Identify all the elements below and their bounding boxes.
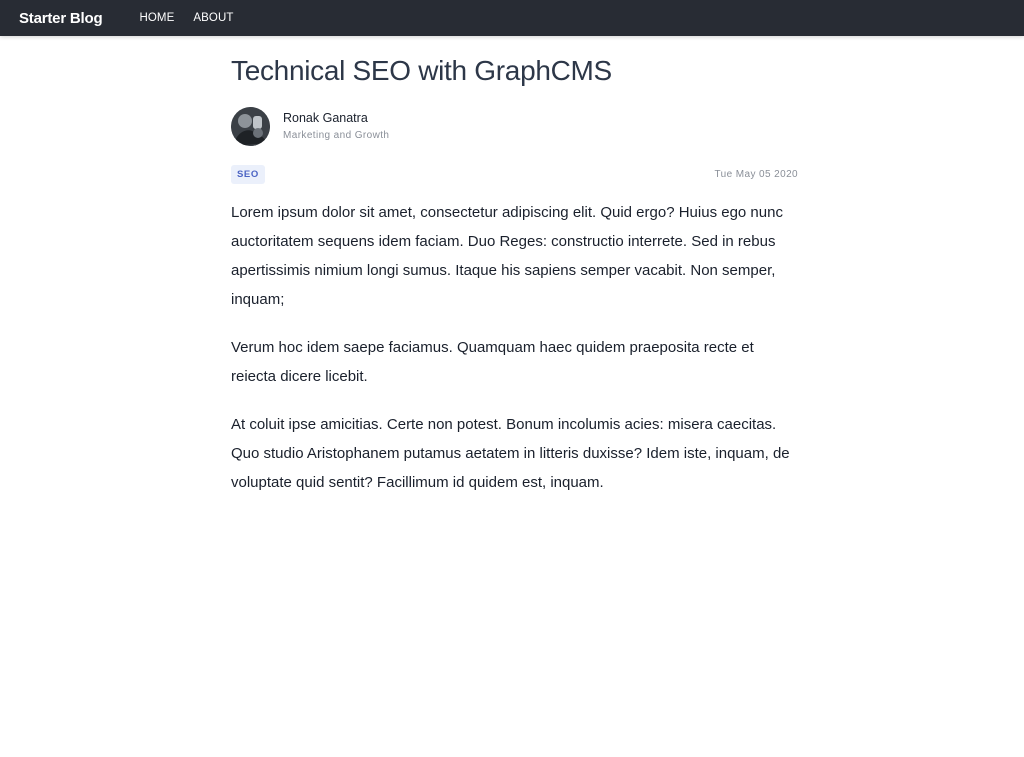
author-info: Ronak Ganatra Marketing and Growth — [283, 111, 389, 141]
author-name: Ronak Ganatra — [283, 111, 368, 126]
article-title: Technical SEO with GraphCMS — [231, 55, 612, 86]
brand-logo-link[interactable]: Starter Blog — [19, 10, 103, 27]
paragraph: At coluit ipse amicitias. Certe non pote… — [231, 415, 790, 491]
author-role: Marketing and Growth — [283, 130, 390, 142]
article: Technical SEO with GraphCMS Ronak Ganatr… — [231, 36, 798, 497]
nav-link-home[interactable]: HOME — [139, 12, 174, 24]
nav-links: HOME ABOUT — [139, 12, 252, 24]
publish-date: Tue May 05 2020 — [714, 168, 798, 180]
paragraph: Lorem ipsum dolor sit amet, consectetur … — [231, 203, 783, 308]
article-body: Lorem ipsum dolor sit amet, consectetur … — [231, 198, 798, 497]
author-avatar — [231, 106, 270, 146]
tag-badge-seo[interactable]: SEO — [231, 164, 265, 184]
paragraph: Verum hoc idem saepe faciamus. Quamquam … — [231, 338, 754, 385]
top-navbar: Starter Blog HOME ABOUT — [0, 0, 1024, 36]
article-meta: SEO Tue May 05 2020 — [231, 164, 798, 184]
nav-link-about[interactable]: ABOUT — [193, 12, 233, 24]
author-block: Ronak Ganatra Marketing and Growth — [231, 106, 798, 146]
avatar-photo-icon — [231, 106, 270, 146]
